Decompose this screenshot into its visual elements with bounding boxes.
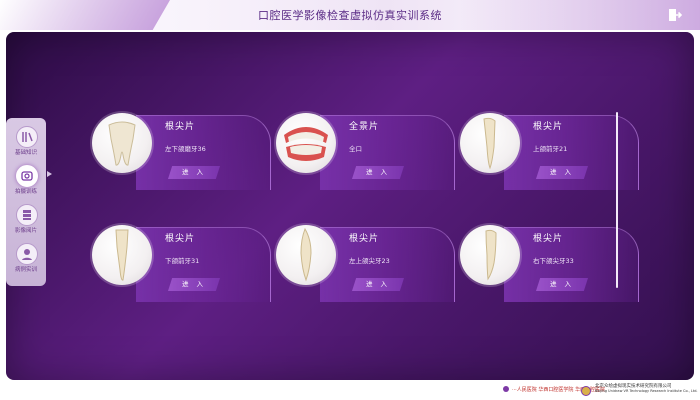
card-maxillary-anterior-21[interactable]: 根尖片 上颌前牙21 进 入: [460, 113, 665, 193]
company-logo-icon: [581, 386, 591, 396]
card-mandibular-anterior-31[interactable]: 根尖片 下颌前牙31 进 入: [92, 225, 297, 305]
card-subtitle: 上颌前牙21: [533, 145, 568, 153]
sidebar-item-case-training[interactable]: 病例实训: [11, 243, 41, 279]
card-title: 全景片: [349, 122, 380, 132]
enter-button[interactable]: 进 入: [168, 166, 220, 179]
top-bar: 口腔医学影像检查虚拟仿真实训系统: [0, 0, 700, 30]
card-subtitle: 全口: [349, 145, 362, 153]
footer-org1: ···人民医院 华西口腔医学院 华西口腔医院: [512, 387, 605, 393]
footer-org2: 北京众绘虚拟现实技术研究院有限公司 Beijing Unidraw VR Tec…: [595, 384, 698, 394]
card-title: 根尖片: [349, 234, 380, 244]
sidebar-item-basic-knowledge[interactable]: 基础知识: [11, 126, 41, 162]
camera-icon: [16, 165, 38, 187]
card-subtitle: 左上颌尖牙23: [349, 257, 390, 265]
enter-button[interactable]: 进 入: [168, 278, 220, 291]
card-title: 根尖片: [165, 234, 196, 244]
canine-tooth-image: [460, 225, 520, 285]
enter-button[interactable]: 进 入: [536, 166, 588, 179]
sidebar-item-label: 基础知识: [14, 150, 37, 156]
sidebar-item-label: 病例实训: [14, 267, 37, 273]
card-title: 根尖片: [165, 122, 196, 132]
scroll-indicator-line: [616, 112, 618, 288]
card-title: 根尖片: [533, 234, 564, 244]
footer-logos: ···人民医院 华西口腔医学院 华西口腔医院 北京众绘虚拟现实技术研究院有限公司…: [503, 382, 698, 398]
card-subtitle: 下颌前牙31: [165, 257, 200, 265]
card-subtitle: 右下颌尖牙33: [533, 257, 574, 265]
card-full-mouth-panoramic[interactable]: 全景片 全口 进 入: [276, 113, 481, 193]
full-mouth-model-image: [276, 113, 336, 173]
sidebar-item-shooting-training[interactable]: 拍摄训练: [11, 165, 41, 201]
sidebar-item-label: 拍摄训练: [14, 189, 37, 195]
molar-tooth-image: [92, 113, 152, 173]
hospital-logo-icon: [503, 386, 509, 392]
incisor-tooth-image: [460, 113, 520, 173]
sidebar-active-pointer: [47, 171, 52, 177]
main-stage: [6, 32, 694, 380]
card-right-mandibular-canine-33[interactable]: 根尖片 右下颌尖牙33 进 入: [460, 225, 665, 305]
footer-org2-en: Beijing Unidraw VR Technology Research I…: [595, 389, 698, 393]
enter-button[interactable]: 进 入: [352, 166, 404, 179]
film-icon: [16, 204, 38, 226]
case-icon: [16, 243, 38, 265]
card-left-mandibular-molar-36[interactable]: 根尖片 左下颌磨牙36 进 入: [92, 113, 297, 193]
card-subtitle: 左下颌磨牙36: [165, 145, 206, 153]
enter-button[interactable]: 进 入: [536, 278, 588, 291]
card-title: 根尖片: [533, 122, 564, 132]
incisor-tooth-image: [92, 225, 152, 285]
exit-icon[interactable]: [668, 8, 682, 22]
sidebar: 基础知识 拍摄训练 影像阅片 病例实训: [6, 118, 46, 286]
card-left-maxillary-canine-23[interactable]: 根尖片 左上颌尖牙23 进 入: [276, 225, 481, 305]
sidebar-item-label: 影像阅片: [14, 228, 37, 234]
enter-button[interactable]: 进 入: [352, 278, 404, 291]
book-icon: [16, 126, 38, 148]
canine-tooth-image: [276, 225, 336, 285]
sidebar-item-image-reading[interactable]: 影像阅片: [11, 204, 41, 240]
app-title: 口腔医学影像检查虚拟仿真实训系统: [258, 9, 442, 22]
